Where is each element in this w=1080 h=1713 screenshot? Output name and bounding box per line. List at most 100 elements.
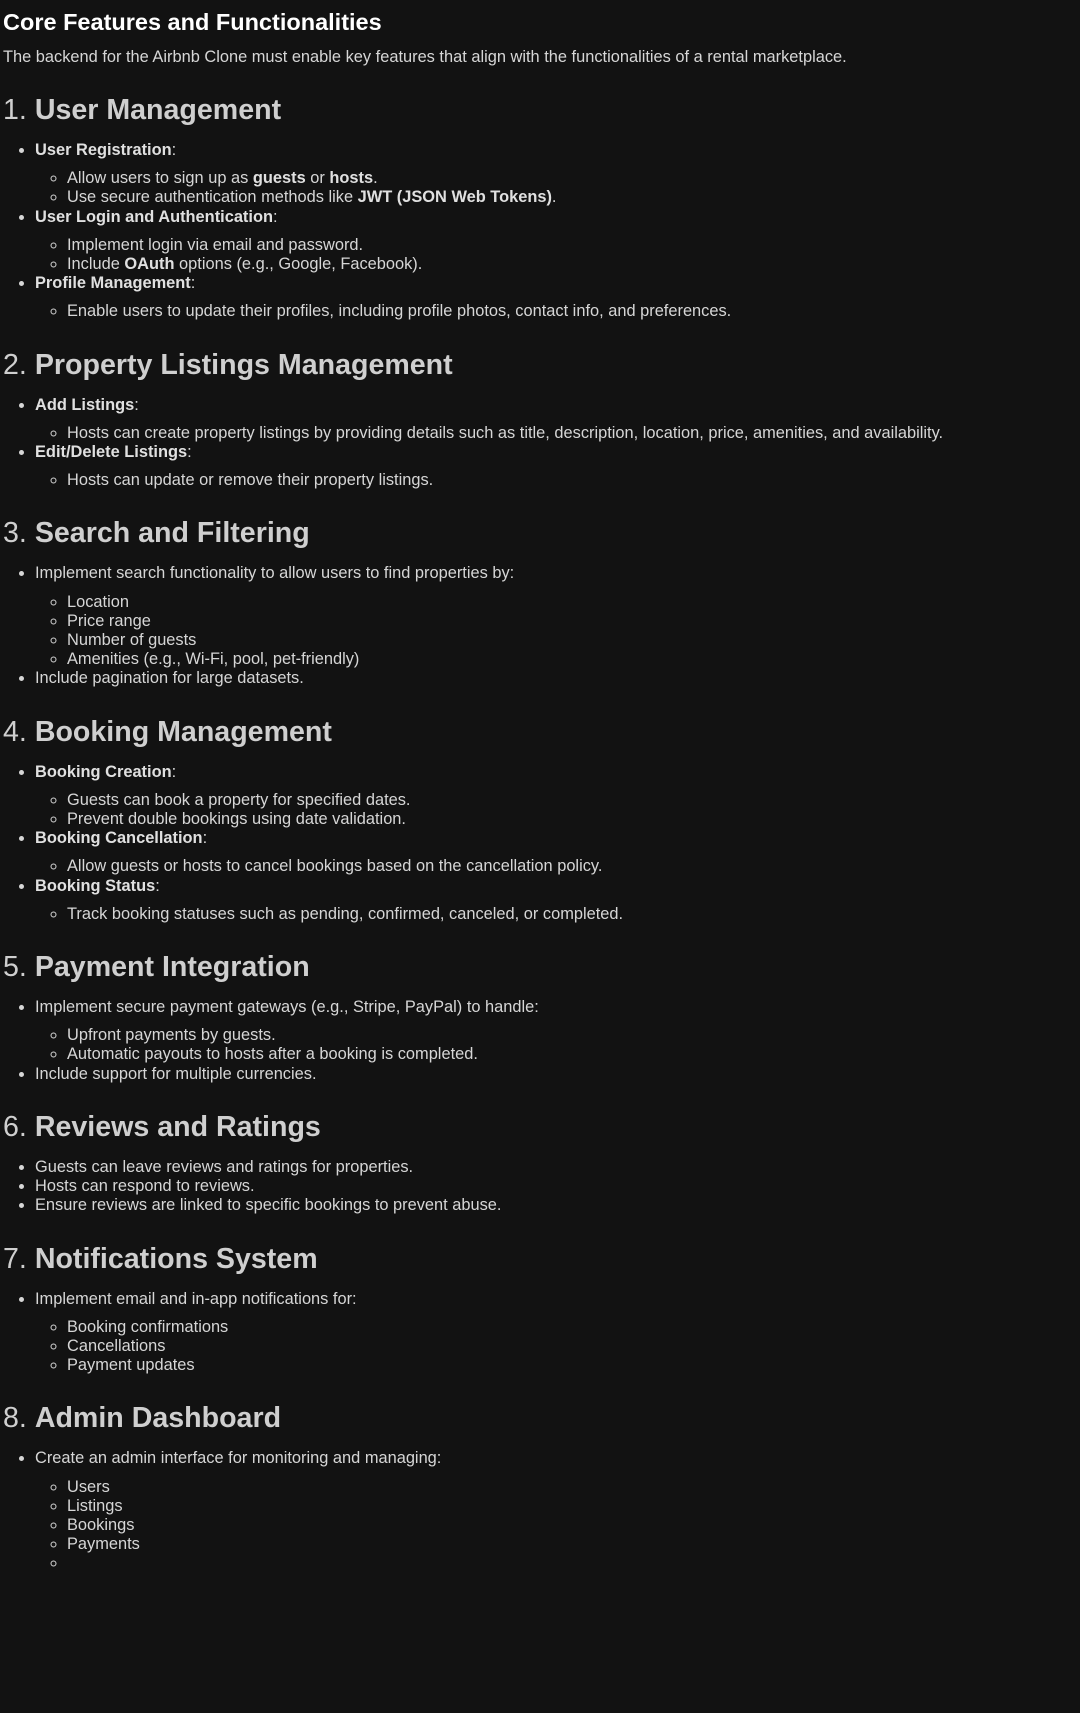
list-item: Create an admin interface for monitoring… [35, 1449, 1077, 1573]
list-item: Implement secure payment gateways (e.g.,… [35, 998, 1077, 1065]
item-label-suffix: : [171, 762, 177, 781]
sub-bullet-list: Track booking statuses such as pending, … [35, 905, 1077, 924]
sub-list-item: Price range [67, 612, 1077, 631]
item-label-suffix: : [202, 829, 208, 848]
bold-text: JWT (JSON Web Tokens) [357, 188, 552, 207]
section-number: 4. [3, 715, 27, 748]
text-run: Guests can book a property for specified… [67, 790, 411, 809]
sub-list-item: Use secure authentication methods like J… [67, 188, 1077, 207]
section-number: 5. [3, 951, 27, 984]
item-label-suffix: : [187, 443, 192, 462]
item-label: Booking Cancellation [35, 829, 203, 848]
bold-text: hosts [329, 169, 374, 188]
sub-list-item: Enable users to update their profiles, i… [67, 302, 1077, 321]
section-title: Admin Dashboard [34, 1402, 282, 1435]
section: 1. User Management User Registration: Allo… [3, 92, 1077, 322]
item-label-suffix: : [272, 207, 278, 226]
sub-list-item: Prevent double bookings using date valid… [67, 810, 1077, 829]
page-title: Core Features and Functionalities [3, 9, 382, 35]
text-run: options (e.g., Google, Facebook). [174, 255, 423, 274]
text-run: Automatic payouts to hosts after a booki… [67, 1045, 478, 1064]
section-title: Search and Filtering [34, 517, 310, 550]
section-number: 8. [3, 1402, 27, 1435]
sub-bullet-list: Upfront payments by guests.Automatic pay… [35, 1026, 1077, 1064]
text-run: or [305, 169, 330, 188]
text-run: Use secure authentication methods like [67, 188, 358, 207]
text-run: Implement login via email and password. [67, 235, 364, 254]
sub-list-item: Track booking statuses such as pending, … [67, 905, 1077, 924]
item-text: Hosts can respond to reviews. [35, 1177, 255, 1196]
item-text: Guests can leave reviews and ratings for… [35, 1157, 414, 1176]
sections-container: 1. User Management User Registration:Allo… [3, 92, 1077, 1574]
sub-list-item: Amenities (e.g., Wi-Fi, pool, pet-friend… [67, 650, 1077, 669]
bullet-list: Add Listings:Hosts can create property l… [3, 396, 1077, 491]
sub-list-item: Cancellations [67, 1337, 1077, 1356]
list-item: Booking Status: Track booking statuses su… [35, 877, 1077, 924]
item-text: Create an admin interface for monitoring… [35, 1449, 442, 1468]
section-title: Property Listings Management [34, 348, 453, 381]
intro-paragraph: The backend for the Airbnb Clone must en… [3, 48, 847, 66]
section-heading: 4. Booking Management [3, 714, 1077, 750]
item-label-suffix: : [155, 876, 160, 895]
sub-list-item: Bookings [67, 1516, 1077, 1535]
document: Core Features and Functionalities The ba… [0, 0, 1080, 1574]
text-run: Booking confirmations [67, 1317, 229, 1336]
bullet-list: Implement email and in-app notifications… [3, 1290, 1077, 1376]
item-text: Include support for multiple currencies. [35, 1064, 317, 1083]
sub-list-item: Booking confirmations [67, 1318, 1077, 1337]
item-text: Implement search functionality to allow … [35, 564, 515, 583]
list-item: Edit/Delete Listings: Hosts can update or… [35, 443, 1077, 490]
sub-list-item: Payments [67, 1535, 1077, 1554]
section-number: 2. [3, 348, 27, 381]
list-item: Profile Management: Enable users to updat… [35, 274, 1077, 321]
list-item: Include support for multiple currencies. [35, 1065, 1077, 1084]
bullet-list: Implement search functionality to allow … [3, 564, 1077, 688]
item-label: Booking Status [35, 876, 156, 895]
section: 5. Payment Integration Implement secure p… [3, 949, 1077, 1084]
list-item: Ensure reviews are linked to specific bo… [35, 1196, 1077, 1215]
list-item: Implement search functionality to allow … [35, 564, 1077, 669]
sub-list-item: Number of guests [67, 631, 1077, 650]
sub-bullet-list: Allow guests or hosts to cancel bookings… [35, 857, 1077, 876]
section: 8. Admin Dashboard Create an admin interf… [3, 1400, 1077, 1573]
text-run: Enable users to update their profiles, i… [67, 302, 732, 321]
section-heading: 8. Admin Dashboard [3, 1400, 1077, 1436]
section-title: Payment Integration [34, 951, 310, 984]
section-heading: 2. Property Listings Management [3, 347, 1077, 383]
item-label: Booking Creation [35, 762, 172, 781]
text-run: Hosts can update or remove their propert… [67, 471, 434, 490]
bullet-list: Guests can leave reviews and ratings for… [3, 1158, 1077, 1216]
text-run: Upfront payments by guests. [67, 1026, 276, 1045]
list-item: Guests can leave reviews and ratings for… [35, 1158, 1077, 1177]
text-run: . [373, 169, 378, 188]
sub-bullet-list: Hosts can update or remove their propert… [35, 471, 1077, 490]
section: 6. Reviews and Ratings Guests can leave r… [3, 1109, 1077, 1216]
item-label: User Login and Authentication [35, 207, 273, 226]
sub-bullet-list: Hosts can create property listings by pr… [35, 424, 1077, 443]
sub-list-item: Hosts can update or remove their propert… [67, 471, 1077, 490]
text-run: Hosts can create property listings by pr… [67, 423, 944, 442]
sub-list-item: Listings [67, 1497, 1077, 1516]
section-title: Booking Management [34, 715, 332, 748]
list-item: Include pagination for large datasets. [35, 669, 1077, 688]
bold-text: OAuth [124, 255, 175, 274]
item-label: Profile Management [35, 274, 191, 293]
section-title: Reviews and Ratings [34, 1110, 321, 1143]
section: 4. Booking Management Booking Creation: Gu… [3, 714, 1077, 924]
text-run: Include [67, 255, 125, 274]
list-item: Add Listings: Hosts can create property l… [35, 396, 1077, 443]
item-text: Implement secure payment gateways (e.g.,… [35, 998, 539, 1017]
sub-list-item: Payment updates [67, 1356, 1077, 1375]
sub-list-item: Hosts can create property listings by pr… [67, 424, 1077, 443]
item-text: Implement email and in-app notifications… [35, 1289, 357, 1308]
section: 3. Search and Filtering Implement search … [3, 515, 1077, 688]
list-item: User Registration: Allow users to sign up… [35, 141, 1077, 208]
text-run: Bookings [67, 1515, 135, 1534]
text-run: Users [67, 1477, 110, 1496]
text-run: Amenities (e.g., Wi-Fi, pool, pet-friend… [67, 650, 360, 669]
section-heading: 1. User Management [3, 92, 1077, 128]
item-text: Ensure reviews are linked to specific bo… [35, 1196, 502, 1215]
item-text: Include pagination for large datasets. [35, 669, 304, 688]
text-run: Cancellations [67, 1336, 166, 1355]
item-label: Add Listings [35, 395, 135, 414]
